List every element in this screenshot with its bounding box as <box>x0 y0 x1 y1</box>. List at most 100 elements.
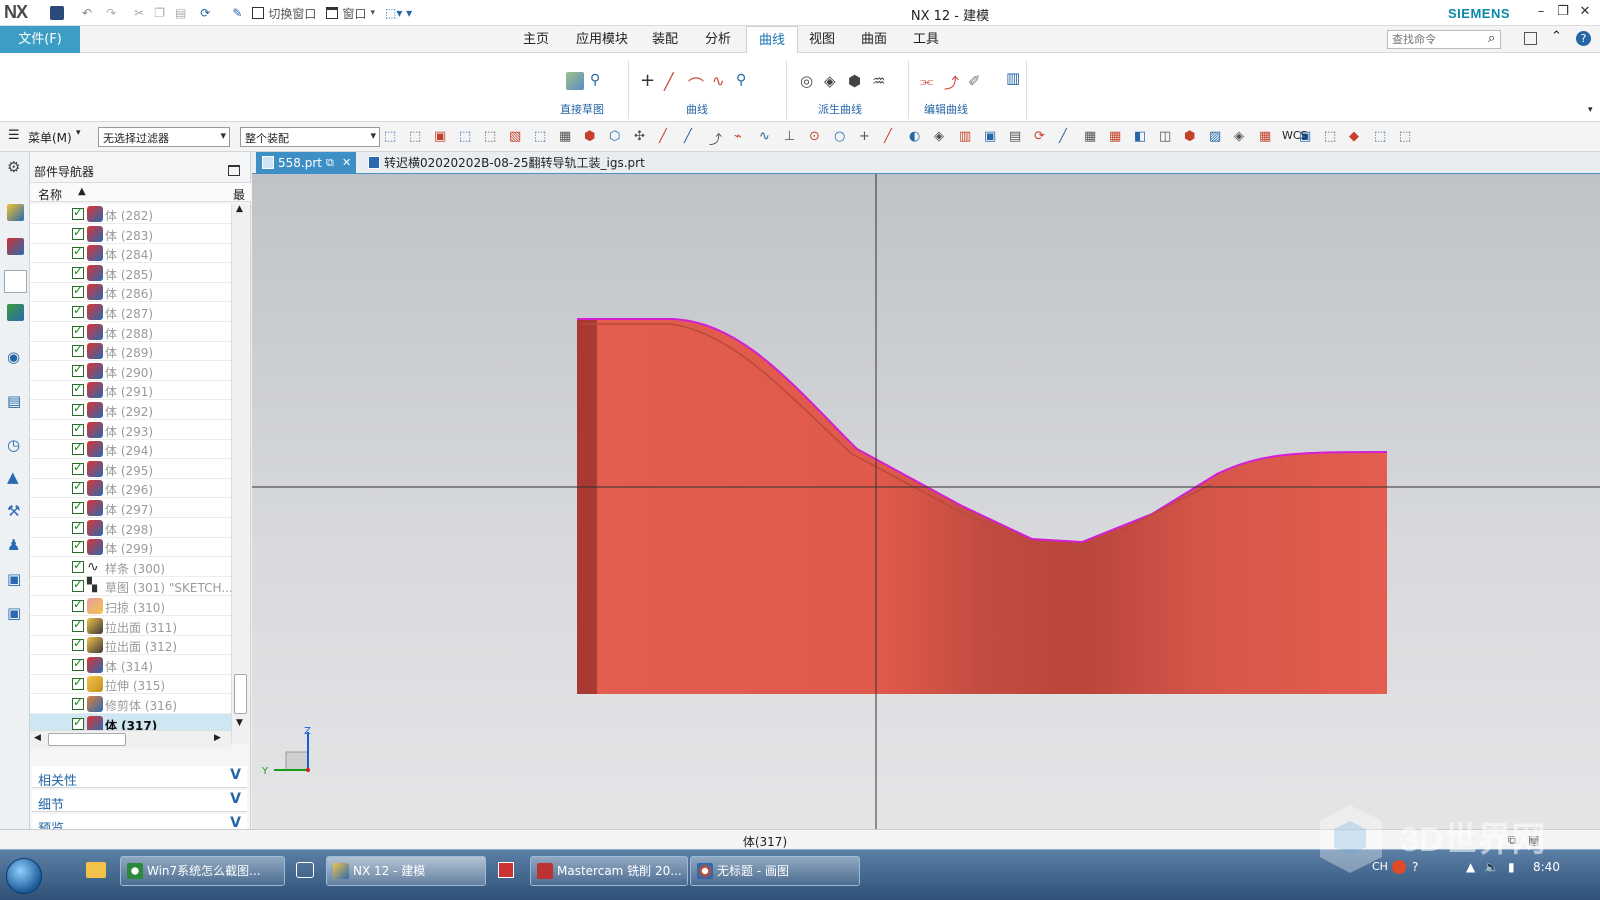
endpoint-icon[interactable]: ╱ <box>659 129 675 145</box>
perpendicular-icon[interactable]: ⊥ <box>784 129 800 145</box>
arc-icon[interactable]: ⌒ <box>688 72 706 95</box>
tab-curve[interactable]: 曲线 <box>746 26 798 53</box>
panel-dependencies[interactable]: 相关性 V <box>32 766 247 789</box>
hide-icon[interactable]: ⬡ <box>609 129 625 145</box>
visibility-checkbox[interactable] <box>72 342 84 358</box>
scroll-up-icon[interactable]: ▲ <box>236 204 243 214</box>
ribbon-options-icon[interactable]: ▾ <box>1588 105 1593 115</box>
visibility-checkbox[interactable] <box>72 695 84 710</box>
solid-body[interactable] <box>577 319 1387 694</box>
select-all-icon[interactable]: ⬚ <box>384 129 400 145</box>
quadrant-icon[interactable]: ○ <box>834 129 850 145</box>
app-icon[interactable] <box>498 862 514 878</box>
taskbar-item[interactable]: 无标题 - 画图 <box>690 856 860 886</box>
tree-node[interactable]: 体 (297) <box>30 498 231 518</box>
extend-curve-icon[interactable]: ⤴ <box>944 72 962 92</box>
graphics-window[interactable]: Z Y <box>252 174 1600 829</box>
project-curve-icon[interactable]: ◈ <box>824 72 842 90</box>
touch-mode-icon[interactable]: ✎ <box>232 6 242 20</box>
show-hide-icon[interactable]: ⬢ <box>1184 129 1200 145</box>
repeat-command-icon[interactable]: ⟳ <box>200 6 210 20</box>
wcs-menu[interactable]: WCS <box>1282 129 1308 142</box>
minimize-icon[interactable]: – <box>1532 4 1550 22</box>
tree-node[interactable]: 拉出面 (312) <box>30 635 231 656</box>
sort-ascending-icon[interactable]: ▲ <box>78 186 86 197</box>
tab-analysis[interactable]: 分析 <box>698 26 738 53</box>
visibility-checkbox[interactable] <box>72 538 84 554</box>
view-fit-icon[interactable]: ▣ <box>984 129 1000 145</box>
visibility-checkbox[interactable] <box>72 421 84 436</box>
tree-node[interactable]: 体 (298) <box>30 518 231 538</box>
box-select-icon[interactable]: ▦ <box>559 129 575 145</box>
line-icon[interactable]: ╱ <box>664 72 682 91</box>
tree-node[interactable]: 体 (282) <box>30 204 231 224</box>
switch-window-icon[interactable] <box>252 7 265 19</box>
offset-curve-icon[interactable]: ◎ <box>800 72 818 90</box>
close-tab-icon[interactable]: ✕ <box>342 152 351 174</box>
visibility-checkbox[interactable] <box>72 401 84 416</box>
column-latest-header[interactable]: 最 <box>233 186 245 203</box>
fullscreen-icon[interactable] <box>1524 32 1537 45</box>
scroll-thumb[interactable] <box>48 733 126 746</box>
feature-select-icon[interactable]: ⬚ <box>484 129 500 145</box>
sketch-icon[interactable] <box>566 72 584 90</box>
highlight-icon[interactable]: ⬢ <box>584 129 600 145</box>
tab-tools[interactable]: 工具 <box>906 26 946 53</box>
visibility-checkbox[interactable] <box>72 656 84 671</box>
column-name-header[interactable]: 名称 <box>38 186 62 203</box>
visibility-checkbox[interactable] <box>72 323 84 338</box>
paste-icon[interactable]: ▤ <box>175 6 186 20</box>
view-orient-icon[interactable]: ◧ <box>1134 129 1150 145</box>
intersect-curve-icon[interactable]: ⬢ <box>848 72 866 90</box>
tree-node[interactable]: 体 (288) <box>30 322 231 342</box>
tab-view[interactable]: 视图 <box>802 26 842 53</box>
visibility-checkbox[interactable] <box>72 264 84 279</box>
window-button[interactable]: 窗口 <box>342 5 366 22</box>
tangent-icon[interactable]: ∿ <box>759 129 775 145</box>
pole-icon[interactable]: ▥ <box>959 129 975 145</box>
tree-node[interactable]: 体 (287) <box>30 302 231 322</box>
snap-point-icon[interactable]: ✣ <box>634 129 650 145</box>
part-navigator-icon[interactable] <box>4 270 27 293</box>
history-icon[interactable]: ▤ <box>7 392 24 410</box>
tree-node[interactable]: 体 (289) <box>30 341 231 362</box>
intersection-icon[interactable]: ⌁ <box>734 129 750 145</box>
point-icon[interactable]: + <box>640 72 658 90</box>
snap-icon[interactable]: ▣ <box>434 129 450 145</box>
copy-icon[interactable]: ❐ <box>154 6 165 20</box>
reuse-library-icon[interactable] <box>7 304 24 321</box>
tree-node[interactable]: 体 (290) <box>30 361 231 381</box>
tree-node[interactable]: 体 (314) <box>30 655 231 675</box>
redo-icon[interactable]: ↷ <box>106 6 116 20</box>
scroll-down-icon[interactable]: ▼ <box>236 718 243 728</box>
tree-node[interactable]: 体 (286) <box>30 282 231 303</box>
visibility-checkbox[interactable] <box>72 205 84 220</box>
scroll-left-icon[interactable]: ◀ <box>34 733 41 743</box>
system-materials-icon[interactable]: ▲ <box>7 468 24 486</box>
undo-icon[interactable]: ↶ <box>82 6 92 20</box>
navigator-horizontal-scrollbar[interactable]: ◀ ▶ <box>30 730 231 748</box>
visibility-checkbox[interactable] <box>72 244 84 260</box>
face-select-icon[interactable]: ▧ <box>509 129 525 145</box>
visibility-checkbox[interactable] <box>72 617 84 632</box>
clock-icon[interactable]: ◷ <box>7 436 24 454</box>
help-icon[interactable]: ? <box>1576 31 1591 46</box>
bounded-grid-icon[interactable]: ◈ <box>934 129 950 145</box>
visibility-checkbox[interactable] <box>72 519 84 534</box>
model-view[interactable]: Z Y <box>252 174 1600 829</box>
composite-curve-icon[interactable]: ♒ <box>872 72 890 90</box>
tree-node[interactable]: 体 (285) <box>30 263 231 283</box>
tree-node[interactable]: 体 (291) <box>30 380 231 401</box>
tree-node[interactable]: ▚ 草图 (301) "SKETCH... <box>30 576 231 597</box>
scroll-right-icon[interactable]: ▶ <box>214 733 221 743</box>
document-tab-active[interactable]: 558.prt ⧉ ✕ <box>256 152 356 174</box>
visibility-checkbox[interactable] <box>72 362 84 377</box>
point-set-icon[interactable]: ⚲ <box>736 72 754 90</box>
search-icon[interactable]: ⌕ <box>1488 31 1495 46</box>
rotate-icon[interactable]: ⟳ <box>1034 129 1050 145</box>
body-select-icon[interactable]: ⬚ <box>534 129 550 145</box>
select-type-icon[interactable]: ⬚ <box>409 129 425 145</box>
chevron-down-icon[interactable]: ▾ <box>370 8 375 18</box>
tab-surface[interactable]: 曲面 <box>854 26 894 53</box>
window-icon[interactable] <box>326 7 339 19</box>
